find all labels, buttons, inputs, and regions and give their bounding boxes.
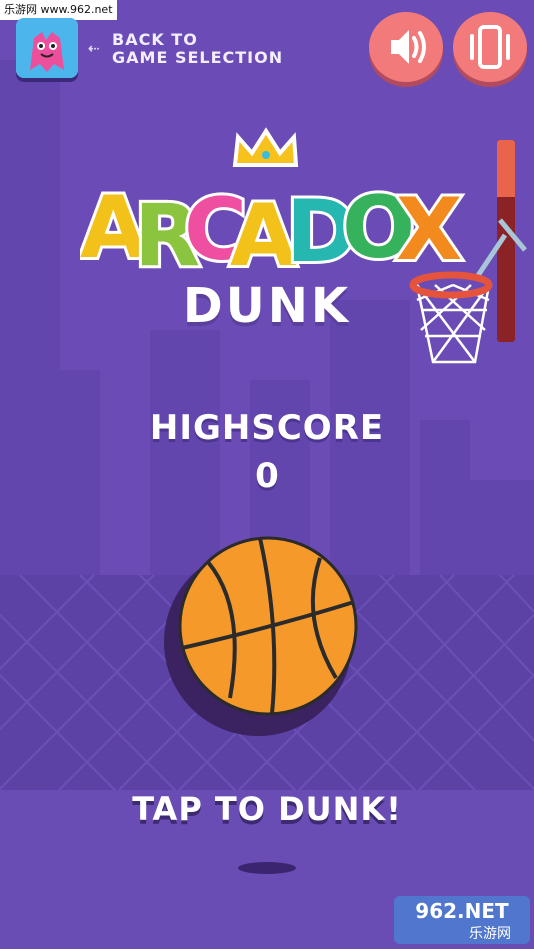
ball-shadow bbox=[238, 862, 296, 874]
watermark-line2: 乐游网 bbox=[469, 926, 511, 942]
site-watermark: 乐游网 www.962.net bbox=[0, 0, 117, 20]
back-arrow-icon[interactable]: ⇠ bbox=[88, 41, 100, 57]
back-label-line2: GAME SELECTION bbox=[112, 48, 284, 67]
vibrate-toggle-button[interactable] bbox=[453, 12, 527, 82]
back-label-line1: BACK TO bbox=[112, 30, 198, 49]
mascot-icon bbox=[16, 18, 78, 78]
site-logo-watermark: 962.NET 乐游网 bbox=[394, 896, 530, 944]
game-subtitle: DUNK bbox=[182, 278, 352, 334]
back-button[interactable] bbox=[16, 18, 78, 78]
basketball[interactable] bbox=[160, 528, 370, 738]
back-to-game-selection-link[interactable]: BACK TO GAME SELECTION bbox=[112, 31, 283, 67]
tap-to-dunk-prompt[interactable]: TAP TO DUNK! bbox=[0, 790, 534, 828]
crown-icon bbox=[232, 127, 299, 167]
highscore-value: 0 bbox=[255, 456, 279, 496]
highscore-label: HIGHSCORE bbox=[149, 408, 385, 448]
vibrate-icon bbox=[470, 25, 510, 69]
sound-toggle-button[interactable] bbox=[369, 12, 443, 82]
speaker-icon bbox=[391, 30, 426, 64]
watermark-line1: 962.NET bbox=[415, 899, 509, 923]
arcadox-logo: ARCADOX bbox=[80, 127, 465, 275]
logo-letter: X bbox=[396, 180, 462, 275]
